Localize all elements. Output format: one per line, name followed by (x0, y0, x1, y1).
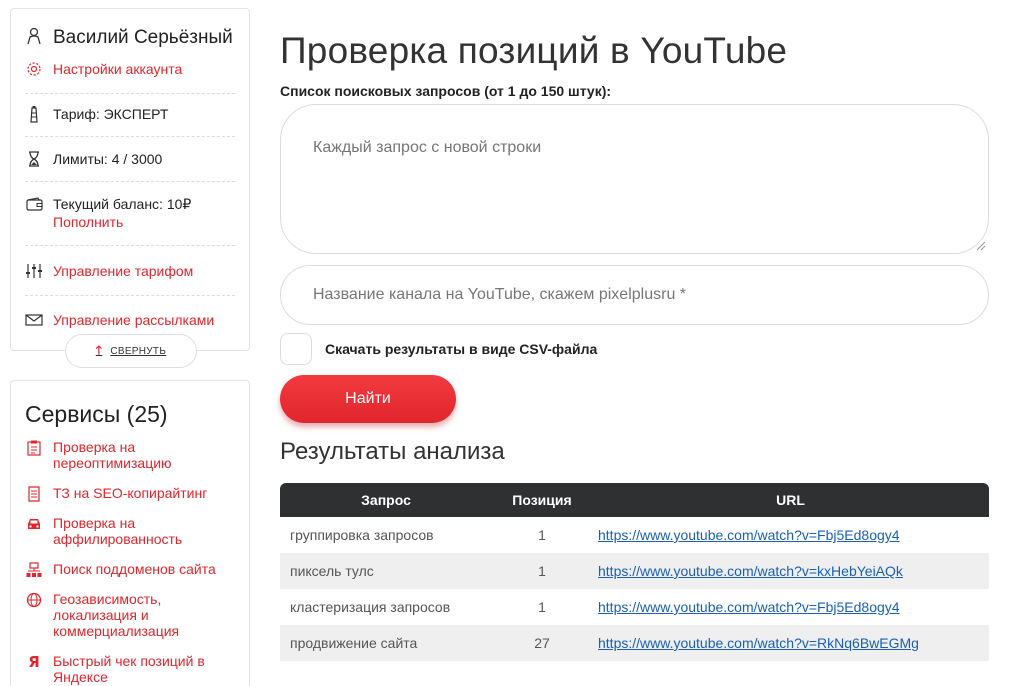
services-title: Сервисы (25) (25, 401, 168, 427)
divider (25, 136, 235, 137)
divider (25, 181, 235, 182)
table-row: продвижение сайта 27 https://www.youtube… (280, 625, 989, 661)
cell-query: продвижение сайта (280, 625, 492, 661)
user-icon (25, 27, 43, 45)
checklist-icon (25, 439, 43, 457)
cell-position: 27 (492, 625, 592, 661)
service-label[interactable]: Проверка на переоптимизацию (53, 439, 235, 471)
globe-icon (25, 591, 43, 609)
results-table: Запрос Позиция URL группировка запросов … (280, 483, 989, 661)
user-row: Василий Серьёзный (25, 27, 235, 49)
manage-tariff-link[interactable]: Управление тарифом (53, 262, 193, 280)
divider (25, 93, 235, 94)
user-name: Василий Серьёзный (53, 27, 233, 48)
queries-textarea[interactable] (280, 104, 989, 254)
balance-row: Текущий баланс: 10₽ Пополнить (25, 195, 235, 231)
balance-text: Текущий баланс: 10₽ (53, 196, 192, 212)
service-item[interactable]: Геозависимость, локализация и коммерциал… (25, 591, 235, 639)
cell-query: кластеризация запросов (290, 599, 451, 615)
wallet-icon (25, 195, 43, 213)
service-label[interactable]: Быстрый чек позиций в Яндексе (53, 653, 235, 685)
service-item[interactable]: Поиск поддоменов сайта (25, 561, 235, 579)
services-card: Сервисы (25) Проверка на переоптимизацию… (10, 380, 250, 686)
manage-mailing-row[interactable]: Управление рассылками (25, 311, 235, 329)
results-title: Результаты анализа (280, 438, 505, 465)
channel-input[interactable]: Название канала на YouTube, скажем pixel… (280, 265, 989, 325)
service-label[interactable]: Геозависимость, локализация и коммерциал… (53, 591, 235, 639)
divider (25, 295, 235, 296)
sliders-icon (25, 262, 43, 280)
limits-row: Лимиты: 4 / 3000 (25, 150, 235, 168)
table-row: кластеризация запросов 1 https://www.you… (280, 589, 989, 625)
queries-label: Список поисковых запросов (от 1 до 150 ш… (280, 83, 612, 99)
header-position: Позиция (492, 483, 592, 517)
service-item[interactable]: Проверка на аффилированность (25, 515, 235, 547)
sitemap-icon (25, 561, 43, 579)
cell-url-link[interactable]: https://www.youtube.com/watch?v=Fbj5Ed8o… (598, 599, 900, 615)
header-url: URL (592, 483, 989, 517)
arrow-up-icon: 🡑 (95, 342, 103, 357)
account-card: Василий Серьёзный Настройки аккаунта Тар… (10, 8, 250, 351)
hourglass-icon (25, 150, 43, 168)
csv-checkbox[interactable] (280, 333, 312, 365)
manage-mailing-link[interactable]: Управление рассылками (53, 311, 214, 329)
cell-position: 1 (492, 553, 592, 589)
service-label[interactable]: ТЗ на SEO-копирайтинг (53, 485, 207, 501)
limits-text: Лимиты: 4 / 3000 (53, 151, 163, 167)
csv-label[interactable]: Скачать результаты в виде CSV-файла (325, 341, 597, 357)
service-label[interactable]: Проверка на аффилированность (53, 515, 235, 547)
collapse-label: СВЕРНУТЬ (110, 345, 167, 357)
tariff-text: Тариф: ЭКСПЕРТ (53, 106, 169, 122)
cell-position: 1 (538, 599, 546, 615)
document-icon (25, 485, 43, 503)
divider (25, 245, 235, 246)
resize-grip-icon[interactable] (976, 241, 986, 251)
cell-query: группировка запросов (290, 527, 434, 543)
manage-tariff-row[interactable]: Управление тарифом (25, 262, 235, 280)
settings-link[interactable]: Настройки аккаунта (53, 60, 182, 78)
page-title: Проверка позиций в YouTube (280, 30, 788, 71)
find-button[interactable]: Найти (280, 375, 456, 423)
service-item[interactable]: Проверка на переоптимизацию (25, 439, 235, 471)
gear-icon (25, 60, 43, 78)
cell-query: пиксель тулс (280, 553, 492, 589)
table-row: группировка запросов 1 https://www.youtu… (280, 517, 989, 553)
yandex-icon: Я (28, 653, 40, 671)
service-item[interactable]: Я Быстрый чек позиций в Яндексе (25, 653, 235, 685)
settings-row[interactable]: Настройки аккаунта (25, 60, 235, 78)
header-query: Запрос (280, 483, 492, 517)
service-label[interactable]: Поиск поддоменов сайта (53, 561, 216, 577)
collapse-button[interactable]: 🡑 СВЕРНУТЬ (65, 334, 197, 368)
table-row: пиксель тулс 1 https://www.youtube.com/w… (280, 553, 989, 589)
cell-url-link[interactable]: https://www.youtube.com/watch?v=kxHebYei… (598, 563, 903, 579)
envelope-icon (25, 311, 43, 329)
car-icon (25, 515, 43, 533)
channel-placeholder: Название канала на YouTube, скажем pixel… (313, 286, 687, 303)
cell-url-link[interactable]: https://www.youtube.com/watch?v=Fbj5Ed8o… (598, 527, 900, 543)
cell-url-link[interactable]: https://www.youtube.com/watch?v=RkNq6BwE… (598, 635, 919, 651)
tariff-row: Тариф: ЭКСПЕРТ (25, 105, 235, 123)
lighthouse-icon (25, 105, 43, 123)
table-header-row: Запрос Позиция URL (280, 483, 989, 517)
cell-position: 1 (538, 527, 546, 543)
top-up-link[interactable]: Пополнить (53, 213, 191, 231)
service-item[interactable]: ТЗ на SEO-копирайтинг (25, 485, 235, 503)
